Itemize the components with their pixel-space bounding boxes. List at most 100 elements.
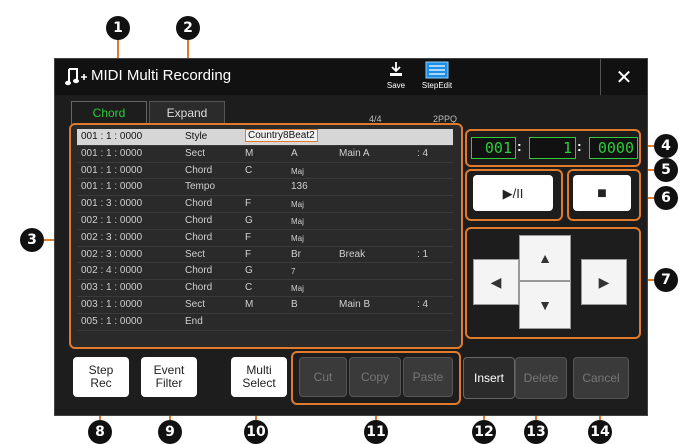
down-arrow-icon: ▼ (538, 297, 552, 313)
event-value-1: G (245, 265, 253, 277)
colon-2: : (577, 138, 582, 154)
measure-field[interactable]: 001 (471, 137, 516, 159)
callout-11: 11 (364, 420, 388, 444)
step-rec-button[interactable]: Step Rec (73, 357, 129, 397)
event-row[interactable]: 001 : 3 : 0000 Chord F Maj (77, 196, 453, 213)
cancel-button[interactable]: Cancel (573, 357, 629, 399)
save-icon (390, 62, 402, 76)
event-value-1: M (245, 147, 254, 159)
event-position: 003 : 1 : 0000 (81, 298, 143, 310)
cursor-up-button[interactable]: ▲ (519, 235, 571, 281)
stepedit-button[interactable]: StepEdit (417, 61, 457, 93)
up-arrow-icon: ▲ (538, 250, 552, 266)
colon-1: : (517, 138, 522, 154)
event-type: Sect (185, 298, 206, 310)
close-button[interactable]: ✕ (600, 59, 647, 95)
title-bar: MIDI Multi Recording Save StepEdit ✕ (55, 59, 647, 95)
event-row[interactable]: 005 : 1 : 0000 End (77, 314, 453, 331)
event-position: 003 : 1 : 0000 (81, 282, 143, 294)
cursor-down-button[interactable]: ▼ (519, 281, 571, 329)
event-row[interactable]: 003 : 1 : 0000 Chord C Maj (77, 280, 453, 297)
event-row[interactable]: 001 : 1 : 0000 Style Country8Beat2 (77, 129, 453, 146)
event-type: Sect (185, 248, 206, 260)
beat-field[interactable]: 1 (529, 137, 576, 159)
callout-13: 13 (524, 420, 548, 444)
event-row[interactable]: 002 : 3 : 0000 Sect F Br Break: 1 (77, 247, 453, 264)
music-note-icon (65, 68, 87, 86)
event-value-2: Maj (291, 200, 304, 210)
play-pause-button[interactable]: ▶/II (473, 175, 553, 211)
event-value-2: Maj (291, 166, 304, 176)
callout-3: 3 (20, 228, 44, 252)
event-row[interactable]: 001 : 1 : 0000 Chord C Maj (77, 163, 453, 180)
callout-4: 4 (654, 134, 678, 158)
right-arrow-icon: ▶ (598, 273, 610, 290)
event-value-1: C (245, 164, 253, 176)
event-row[interactable]: 003 : 1 : 0000 Sect M B Main B: 4 (77, 297, 453, 314)
event-value-2: A (291, 147, 298, 159)
event-value-2: 7 (291, 267, 296, 277)
callout-10: 10 (244, 420, 268, 444)
event-type: Chord (185, 265, 213, 277)
event-value-3: Main A (339, 147, 370, 159)
delete-button[interactable]: Delete (515, 357, 567, 399)
event-value-2: Maj (291, 216, 304, 226)
save-button[interactable]: Save (381, 61, 411, 93)
event-value-3: Break (339, 248, 366, 260)
event-value-1: F (245, 198, 252, 210)
event-row[interactable]: 002 : 4 : 0000 Chord G 7 (77, 263, 453, 281)
event-row[interactable]: 001 : 1 : 0000 Tempo 136 (77, 179, 453, 197)
callout-7: 7 (654, 268, 678, 292)
stop-button[interactable]: ■ (573, 175, 631, 211)
event-position: 001 : 1 : 0000 (81, 164, 143, 176)
stepedit-label: StepEdit (421, 81, 453, 90)
cursor-left-button[interactable]: ◀ (473, 259, 519, 305)
window-title: MIDI Multi Recording (91, 67, 232, 84)
callout-6: 6 (654, 186, 678, 210)
event-type: Chord (185, 214, 213, 226)
cut-button[interactable]: Cut (299, 357, 347, 397)
event-list-frame: 001 : 1 : 0000 Style Country8Beat2 001 : 1 … (69, 123, 463, 349)
event-position: 002 : 4 : 0000 (81, 265, 143, 277)
event-position: 002 : 1 : 0000 (81, 214, 143, 226)
event-type: Chord (185, 164, 213, 176)
event-position: 002 : 3 : 0000 (81, 248, 143, 260)
event-position: 002 : 3 : 0000 (81, 231, 143, 243)
callout-5: 5 (654, 158, 678, 182)
event-value-2: Maj (291, 284, 304, 294)
event-row[interactable]: 002 : 1 : 0000 Chord G Maj (77, 213, 453, 230)
event-position: 005 : 1 : 0000 (81, 315, 143, 327)
left-arrow-icon: ◀ (490, 273, 502, 290)
event-value-1: C (245, 282, 253, 294)
event-row[interactable]: 001 : 1 : 0000 Sect M A Main A: 4 (77, 146, 453, 163)
event-list[interactable]: 001 : 1 : 0000 Style Country8Beat2 001 : 1 … (77, 129, 453, 343)
copy-button[interactable]: Copy (349, 357, 401, 397)
callout-1: 1 (106, 16, 130, 40)
event-type: End (185, 315, 203, 327)
multi-select-button[interactable]: Multi Select (231, 357, 287, 397)
event-value-4: : 4 (417, 298, 429, 310)
callout-8: 8 (88, 420, 112, 444)
event-value-2: 136 (291, 181, 308, 193)
event-type: Style (185, 131, 208, 142)
position-readout: 001 : 1 : 0000 (465, 129, 641, 167)
clock-field[interactable]: 0000 (589, 137, 638, 159)
tab-expand[interactable]: Expand (149, 101, 225, 124)
event-value-1: Country8Beat2 (245, 129, 318, 142)
insert-button[interactable]: Insert (463, 357, 515, 399)
event-value-3: Main B (339, 298, 371, 310)
event-value-2: Maj (291, 233, 304, 243)
event-value-1: M (245, 298, 254, 310)
tab-chord[interactable]: Chord (71, 101, 147, 124)
event-position: 001 : 3 : 0000 (81, 198, 143, 210)
event-row[interactable]: 002 : 3 : 0000 Chord F Maj (77, 230, 453, 247)
event-filter-button[interactable]: Event Filter (141, 357, 197, 397)
event-value-4: : 4 (417, 147, 429, 159)
event-type: Sect (185, 147, 206, 159)
cursor-right-button[interactable]: ▶ (581, 259, 627, 305)
callout-9: 9 (158, 420, 182, 444)
close-icon: ✕ (615, 66, 633, 89)
event-value-4: : 1 (417, 248, 429, 260)
paste-button[interactable]: Paste (403, 357, 453, 397)
event-value-1: F (245, 248, 252, 260)
